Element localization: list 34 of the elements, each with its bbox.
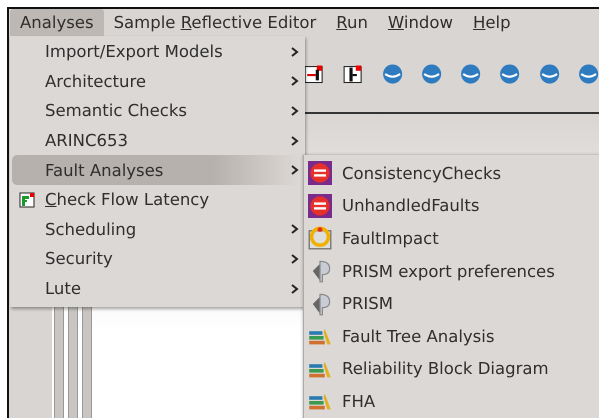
- menu-entry[interactable]: Architecture: [12, 66, 301, 96]
- ring-icon: [308, 226, 332, 250]
- menu-item[interactable]: Sample Reflective Editor: [104, 9, 326, 36]
- menu-entry[interactable]: Reliability Block Diagram: [304, 352, 599, 386]
- menu-entry[interactable]: FaultImpact: [304, 222, 599, 255]
- menu-entry[interactable]: UnhandledFaults: [304, 190, 599, 222]
- menu-entry[interactable]: Check Flow Latency: [12, 184, 301, 215]
- menu-item[interactable]: Analyses: [10, 9, 104, 36]
- sphere-icon[interactable]: [382, 63, 403, 85]
- flag-icon: [19, 192, 35, 208]
- menu-entry[interactable]: Scheduling: [12, 214, 301, 244]
- sphere-icon[interactable]: [420, 63, 442, 85]
- sphere-icon[interactable]: [578, 63, 599, 85]
- menu-entry[interactable]: PRISM: [304, 287, 599, 320]
- menu-entry[interactable]: FHA: [304, 385, 599, 418]
- menu-entry[interactable]: Semantic Checks: [12, 96, 301, 126]
- sphere-icon[interactable]: [460, 63, 482, 85]
- menu-entry[interactable]: Lute: [12, 274, 301, 304]
- sphere-icon[interactable]: [538, 63, 560, 85]
- menu-entry[interactable]: Security: [12, 244, 301, 274]
- menu-entry[interactable]: ARINC653: [12, 126, 301, 156]
- menu-entry[interactable]: ConsistencyChecks: [304, 157, 599, 190]
- menu-entry[interactable]: Fault Analyses: [12, 155, 301, 185]
- port-icon[interactable]: [342, 63, 364, 85]
- badge-icon: [308, 161, 332, 186]
- badge-icon: [308, 194, 332, 218]
- menu-entry[interactable]: Import/Export Models: [12, 37, 301, 67]
- menu-item[interactable]: Help: [462, 9, 521, 36]
- sphere-icon[interactable]: [499, 63, 520, 85]
- connection-icon[interactable]: [303, 63, 324, 85]
- menu-entry[interactable]: Fault Tree Analysis: [304, 320, 599, 353]
- menu-item[interactable]: Run: [326, 9, 378, 36]
- menu-item[interactable]: Window: [378, 9, 463, 36]
- menu-entry[interactable]: PRISM export preferences: [304, 254, 599, 288]
